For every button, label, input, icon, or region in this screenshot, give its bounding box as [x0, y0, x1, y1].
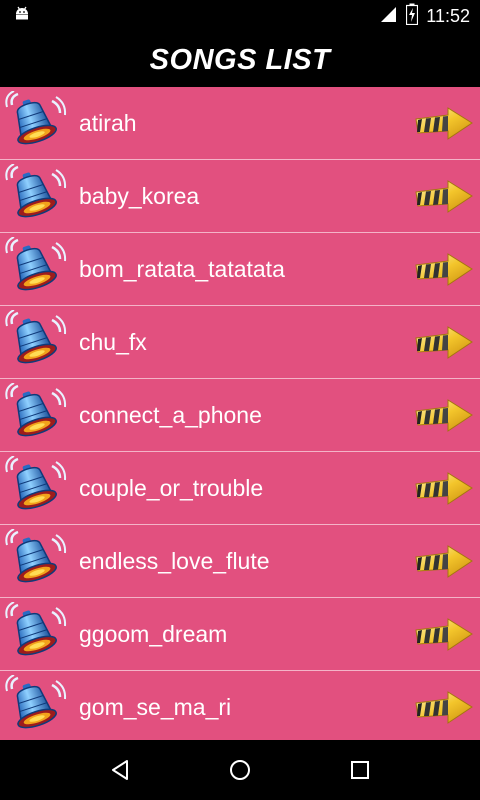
arrow-right-icon[interactable]: [414, 545, 474, 579]
arrow-right-icon[interactable]: [414, 618, 474, 652]
bell-icon: [4, 674, 70, 739]
android-icon: [12, 4, 32, 29]
list-item[interactable]: couple_or_trouble: [0, 452, 480, 525]
song-name: gom_se_ma_ri: [79, 693, 232, 720]
songs-list[interactable]: atirah baby_korea bom_ratata_tatatata ch…: [0, 87, 480, 740]
list-item[interactable]: connect_a_phone: [0, 379, 480, 452]
list-item[interactable]: chu_fx: [0, 306, 480, 379]
song-name: endless_love_flute: [79, 547, 270, 574]
home-button[interactable]: [210, 740, 270, 800]
wifi-icon: [378, 5, 398, 28]
navigation-bar: [0, 740, 480, 800]
bell-icon: [4, 528, 70, 593]
arrow-right-icon[interactable]: [414, 253, 474, 287]
arrow-right-icon[interactable]: [414, 691, 474, 725]
song-name: bom_ratata_tatatata: [79, 255, 285, 282]
status-time: 11:52: [426, 6, 470, 26]
battery-icon: [406, 3, 419, 30]
song-name: connect_a_phone: [79, 401, 262, 428]
bell-icon: [4, 90, 70, 155]
status-bar: 11:52: [0, 0, 480, 33]
song-name: ggoom_dream: [79, 620, 228, 647]
song-name: baby_korea: [79, 182, 200, 209]
bell-icon: [4, 601, 70, 666]
list-item[interactable]: atirah: [0, 87, 480, 160]
list-item[interactable]: bom_ratata_tatatata: [0, 233, 480, 306]
back-button[interactable]: [90, 740, 150, 800]
list-item[interactable]: gom_se_ma_ri: [0, 671, 480, 740]
header: SONGS LIST: [0, 33, 480, 87]
list-item[interactable]: ggoom_dream: [0, 598, 480, 671]
arrow-right-icon[interactable]: [414, 472, 474, 506]
recents-button[interactable]: [330, 740, 390, 800]
song-name: chu_fx: [79, 328, 147, 355]
home-icon: [230, 760, 250, 780]
list-item[interactable]: baby_korea: [0, 160, 480, 233]
bell-icon: [4, 309, 70, 374]
song-name: couple_or_trouble: [79, 474, 264, 501]
arrow-right-icon[interactable]: [414, 326, 474, 360]
back-icon: [112, 760, 128, 780]
list-item[interactable]: endless_love_flute: [0, 525, 480, 598]
arrow-right-icon[interactable]: [414, 180, 474, 214]
arrow-right-icon[interactable]: [414, 399, 474, 433]
arrow-right-icon[interactable]: [414, 107, 474, 141]
bell-icon: [4, 236, 70, 301]
song-name: atirah: [79, 109, 137, 136]
page-title: SONGS LIST: [149, 43, 331, 76]
bell-icon: [4, 382, 70, 447]
bell-icon: [4, 455, 70, 520]
recents-icon: [351, 761, 369, 779]
bell-icon: [4, 163, 70, 228]
